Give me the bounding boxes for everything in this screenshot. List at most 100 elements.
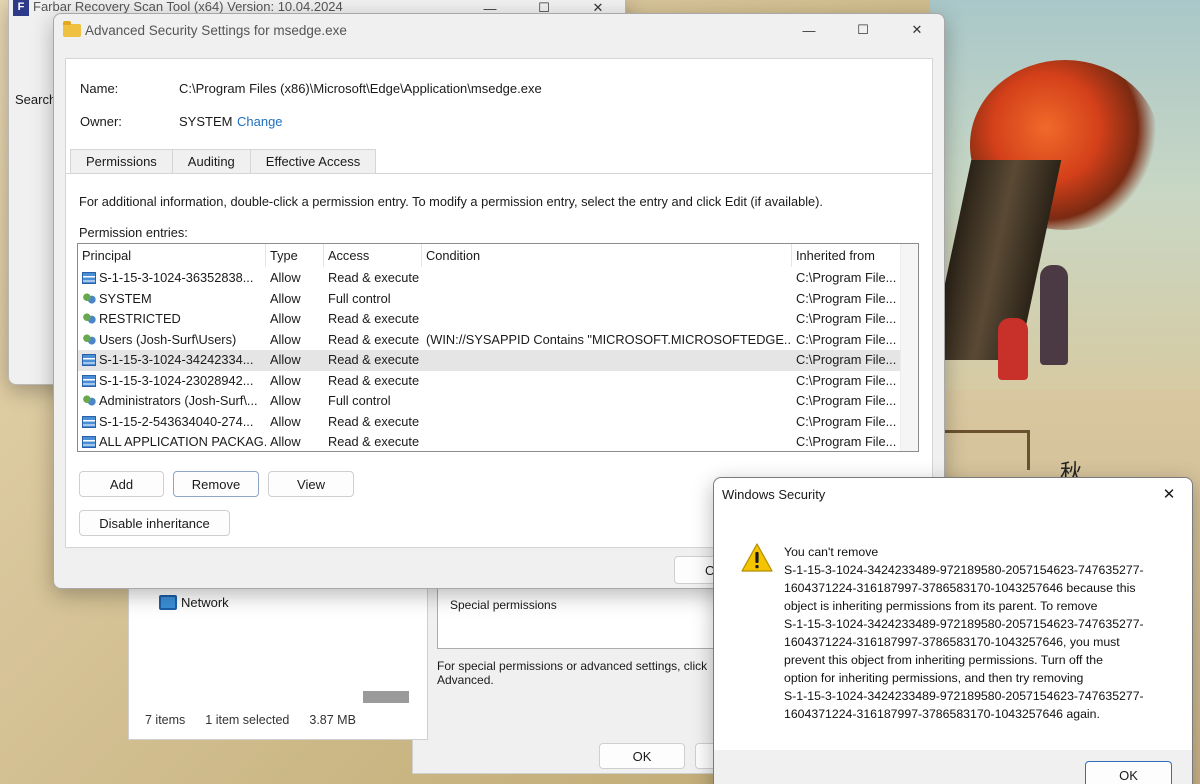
cell-inherited: C:\Program File... xyxy=(796,352,897,367)
message-line: S-1-15-3-1024-3424233489-972189580-20571… xyxy=(784,563,1144,577)
cell-principal: SYSTEM xyxy=(78,289,266,310)
minimize-icon[interactable]: — xyxy=(782,14,836,46)
principal-name: S-1-15-3-1024-34242334... xyxy=(99,352,254,367)
horizontal-scrollbar[interactable] xyxy=(363,691,409,703)
cell-type: Allow xyxy=(270,290,301,306)
message-line: object is inheriting permissions from it… xyxy=(784,599,1098,613)
cell-condition xyxy=(422,432,792,451)
cell-inherited: C:\Program File... xyxy=(796,372,897,388)
security-tabs: Permissions Auditing Effective Access xyxy=(70,149,377,173)
cell-access: Read & execute xyxy=(328,270,420,285)
table-row[interactable]: S-1-15-2-543634040-274... Allow Read & exe… xyxy=(78,412,918,433)
cell-inherited: C:\Program File... xyxy=(796,413,897,429)
tab-effective-access[interactable]: Effective Access xyxy=(249,149,377,173)
sid-icon xyxy=(82,436,96,449)
table-row[interactable]: RESTRICTED Allow Read & execute C:\Program … xyxy=(78,309,918,330)
cell-condition xyxy=(422,412,792,433)
column-type[interactable]: Type xyxy=(266,244,324,267)
sid-icon xyxy=(82,272,96,285)
cell-type: Allow xyxy=(270,352,301,367)
cell-principal: Administrators (Josh-Surf\... xyxy=(78,391,266,412)
permissions-info-text: For additional information, double-click… xyxy=(79,194,823,209)
vertical-scrollbar[interactable] xyxy=(900,244,918,451)
change-owner-link[interactable]: Change xyxy=(237,114,283,129)
name-value: C:\Program Files (x86)\Microsoft\Edge\Ap… xyxy=(179,81,542,96)
table-row[interactable]: Administrators (Josh-Surf\... Allow Full c… xyxy=(78,391,918,412)
cell-access: Read & execute xyxy=(328,434,420,449)
cell-condition: (WIN://SYSAPPID Contains "MICROSOFT.MICR… xyxy=(426,331,792,347)
farbar-search-label[interactable]: Search xyxy=(15,92,56,107)
disable-inheritance-button[interactable]: Disable inheritance xyxy=(79,510,230,536)
column-access[interactable]: Access xyxy=(324,244,422,267)
close-icon[interactable]: ✕ xyxy=(890,14,944,46)
windows-security-dialog[interactable]: Windows Security ✕ You can't remove S-1-… xyxy=(713,477,1193,784)
table-header: Principal Type Access Condition Inherite… xyxy=(78,244,918,268)
cell-access: Read & execute xyxy=(328,352,420,367)
wallpaper-hut xyxy=(940,430,1030,470)
cell-type: Allow xyxy=(270,311,301,326)
advanced-security-titlebar[interactable]: Advanced Security Settings for msedge.ex… xyxy=(54,14,944,46)
message-line: prevent this object from inheriting perm… xyxy=(784,653,1103,667)
owner-value: SYSTEM xyxy=(179,114,233,129)
cell-principal: S-1-15-3-1024-34242334... xyxy=(78,350,266,371)
maximize-icon[interactable]: ☐ xyxy=(836,14,890,46)
farbar-title: Farbar Recovery Scan Tool (x64) Version:… xyxy=(33,0,343,14)
table-row[interactable]: ALL APPLICATION PACKAG... Allow Read & exe… xyxy=(78,432,918,451)
cell-principal: S-1-15-2-543634040-274... xyxy=(78,412,266,433)
warning-icon xyxy=(741,543,773,572)
table-row[interactable]: S-1-15-3-1024-23028942... Allow Read & exe… xyxy=(78,371,918,392)
group-icon xyxy=(82,292,96,305)
principal-name: S-1-15-3-1024-23028942... xyxy=(99,372,254,388)
cell-inherited: C:\Program File... xyxy=(796,311,897,326)
cell-access: Read & execute xyxy=(328,372,420,388)
group-icon xyxy=(82,333,96,346)
special-permissions-text: Special permissions xyxy=(450,598,557,612)
cell-principal: RESTRICTED xyxy=(78,309,266,330)
cell-condition xyxy=(422,268,792,289)
advanced-security-title: Advanced Security Settings for msedge.ex… xyxy=(85,22,347,38)
group-icon xyxy=(82,313,96,326)
message-line: 1604371224-316187997-3786583170-10432576… xyxy=(784,581,1136,595)
cell-condition xyxy=(422,309,792,330)
message-line: S-1-15-3-1024-3424233489-972189580-20571… xyxy=(784,617,1144,631)
sid-icon xyxy=(82,354,96,367)
advanced-security-body: Name: C:\Program Files (x86)\Microsoft\E… xyxy=(65,58,933,548)
cell-access: Read & execute xyxy=(328,331,420,347)
add-button[interactable]: Add xyxy=(79,471,164,497)
cell-type: Allow xyxy=(270,331,301,347)
tab-auditing[interactable]: Auditing xyxy=(171,149,251,173)
security-ok-button[interactable]: OK xyxy=(1085,761,1172,784)
cell-type: Allow xyxy=(270,434,301,449)
owner-label: Owner: xyxy=(80,114,122,129)
close-icon[interactable]: ✕ xyxy=(1146,478,1192,510)
remove-button[interactable]: Remove xyxy=(173,471,259,497)
wallpaper-figure-child xyxy=(998,318,1028,380)
windows-security-message: You can't remove S-1-15-3-1024-342423348… xyxy=(784,543,1174,723)
group-icon xyxy=(82,395,96,408)
table-row[interactable]: SYSTEM Allow Full control C:\Program File..… xyxy=(78,289,918,310)
column-condition[interactable]: Condition xyxy=(422,244,792,267)
properties-ok-button[interactable]: OK xyxy=(599,743,685,769)
table-row[interactable]: Users (Josh-Surf\Users) Allow Read & execu… xyxy=(78,330,918,351)
cell-inherited: C:\Program File... xyxy=(796,290,897,306)
cell-type: Allow xyxy=(270,372,301,388)
cell-access: Full control xyxy=(328,393,391,408)
message-line: 1604371224-316187997-3786583170-10432576… xyxy=(784,707,1100,721)
table-row[interactable]: S-1-15-3-1024-34242334... Allow Read & exe… xyxy=(78,350,918,371)
cell-condition xyxy=(422,289,792,310)
column-inherited-from[interactable]: Inherited from xyxy=(792,244,902,267)
nav-network[interactable]: Network xyxy=(159,595,229,610)
windows-security-titlebar[interactable]: Windows Security ✕ xyxy=(714,478,1192,510)
column-principal[interactable]: Principal xyxy=(78,244,266,267)
message-line: 1604371224-316187997-3786583170-10432576… xyxy=(784,635,1120,649)
sid-icon xyxy=(82,415,96,428)
cell-access: Full control xyxy=(328,290,391,306)
message-line: option for inheriting permissions, and t… xyxy=(784,671,1084,685)
permission-entries-table[interactable]: Principal Type Access Condition Inherite… xyxy=(77,243,919,452)
cell-inherited: C:\Program File... xyxy=(796,270,897,285)
tab-permissions[interactable]: Permissions xyxy=(70,149,173,173)
permission-entries-label: Permission entries: xyxy=(79,225,188,240)
windows-security-title: Windows Security xyxy=(722,486,826,502)
view-button[interactable]: View xyxy=(268,471,354,497)
table-row[interactable]: S-1-15-3-1024-36352838... Allow Read & exe… xyxy=(78,268,918,289)
